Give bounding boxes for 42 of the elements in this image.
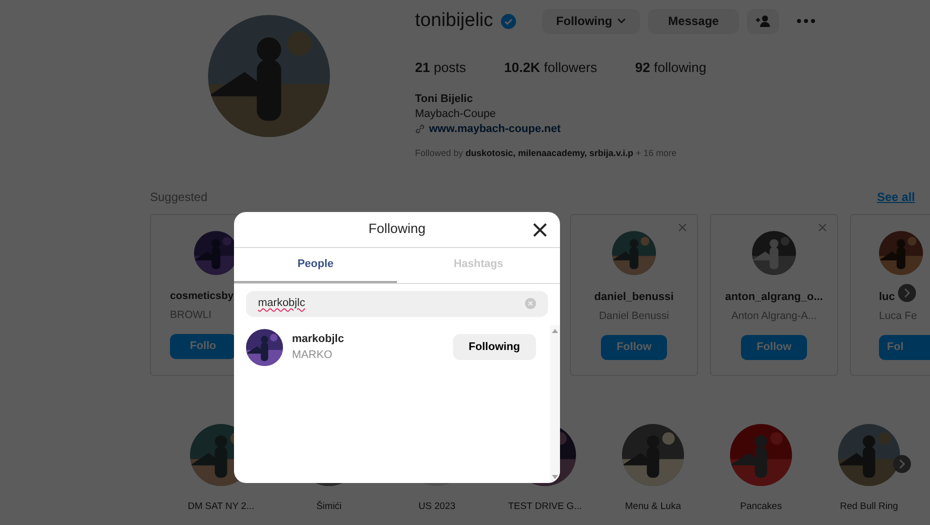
profile-stat: 21 posts — [415, 58, 466, 77]
suggested-username: luc — [879, 290, 895, 306]
scroll-up-icon[interactable] — [552, 328, 558, 332]
search-field[interactable]: markobjlc — [246, 290, 548, 316]
follow-button[interactable]: Follow — [741, 334, 807, 360]
highlight-label: Pancakes — [740, 500, 782, 514]
website-link[interactable]: www.maybach-coupe.net — [429, 122, 561, 137]
highlight-label: Menu & Luka — [625, 500, 681, 514]
add-person-icon — [756, 15, 770, 28]
chevron-down-icon — [617, 18, 626, 24]
following-button[interactable]: Following — [542, 8, 640, 34]
link-icon — [415, 124, 425, 134]
highlight-label: Red Bull Ring — [840, 500, 898, 514]
follow-button[interactable]: Follo — [170, 334, 236, 359]
more-icon[interactable] — [796, 19, 815, 24]
scrollbar[interactable] — [550, 324, 560, 483]
dialog-title: Following — [368, 220, 426, 238]
clear-icon[interactable] — [525, 298, 536, 309]
add-person-button[interactable] — [746, 8, 779, 34]
following-button[interactable]: Following — [452, 334, 536, 360]
suggested-username: cosmeticsby — [170, 289, 234, 304]
profile-stat: 92 following — [635, 58, 706, 77]
highlight-label: US 2023 — [418, 500, 456, 514]
follow-button[interactable]: Follow — [601, 334, 667, 360]
highlight-label: DM SAT NY 2... — [188, 500, 254, 514]
profile-stat: 10.2K followers — [504, 58, 598, 76]
close-icon[interactable] — [533, 223, 547, 237]
highlight-label: TEST DRIVE G... — [508, 500, 582, 514]
tab[interactable]: People — [234, 248, 397, 282]
full-name: Toni Bijelic — [415, 92, 474, 107]
suggested-username: daniel_benussi — [594, 290, 674, 306]
result-name: MARKO — [292, 348, 334, 363]
message-button[interactable]: Message — [648, 8, 739, 34]
username: tonibijelic — [415, 9, 494, 33]
result-username: markobjlc — [292, 332, 345, 346]
follow-button[interactable]: Fol — [879, 334, 930, 360]
bio-text: Maybach-Coupe — [415, 106, 497, 122]
see-all-link[interactable]: See all — [876, 188, 915, 206]
highlight-label: Šimići — [316, 500, 342, 514]
suggested-username: anton_algrang_o... — [725, 290, 823, 306]
scroll-down-icon[interactable] — [552, 475, 558, 479]
tab[interactable]: Hashtags — [397, 248, 560, 282]
